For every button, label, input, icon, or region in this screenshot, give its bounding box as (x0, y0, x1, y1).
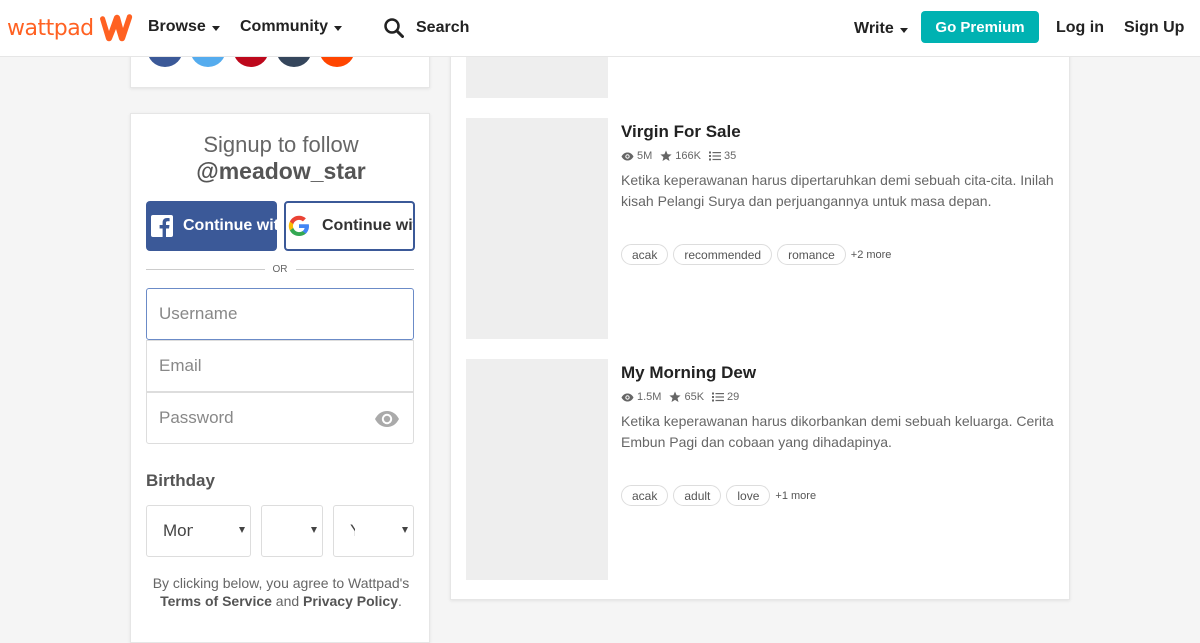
dropdown-arrow-icon (311, 527, 317, 533)
or-divider: OR (146, 262, 414, 276)
username-input[interactable]: Username (146, 288, 414, 340)
story-description: Ketika keperawanan harus dipertaruhkan d… (621, 172, 1054, 209)
logo-text: wattpad (7, 15, 94, 41)
story-cover-image[interactable] (466, 118, 608, 339)
list-icon (708, 151, 721, 161)
eye-icon (621, 393, 634, 401)
dropdown-arrow-icon (402, 527, 408, 533)
birth-month-select[interactable]: Month (146, 505, 251, 557)
chevron-down-icon (899, 27, 908, 33)
write-label: Write (854, 20, 894, 37)
signup-card: Signup to follow @meadow_star Continue w… (130, 113, 430, 643)
facebook-button-label: Continue with Facebook (183, 217, 277, 234)
terms-suffix: . (398, 593, 402, 609)
read-count: 5M (637, 150, 653, 162)
eye-icon (621, 152, 634, 160)
read-count: 1.5M (637, 391, 662, 403)
star-icon (660, 150, 672, 161)
month-value: Month (163, 521, 193, 540)
story-tag[interactable]: romance (777, 244, 846, 265)
facebook-icon (151, 215, 173, 237)
community-label: Community (240, 18, 328, 35)
story-tag[interactable]: adult (673, 485, 722, 506)
password-placeholder: Password (159, 408, 234, 427)
stories-card: Virgin For Sale 5M 166K 35 Ketika kepera… (450, 40, 1070, 600)
or-label: OR (272, 263, 288, 275)
continue-with-google-button[interactable]: Continue with Google (284, 201, 415, 251)
privacy-policy-link[interactable]: Privacy Policy (303, 593, 398, 609)
birth-day-select[interactable] (261, 505, 323, 557)
vote-count: 65K (684, 391, 705, 403)
story-tag[interactable]: acak (621, 244, 669, 265)
browse-label: Browse (148, 18, 206, 35)
search-icon (384, 18, 404, 38)
password-input[interactable]: Password (146, 392, 414, 444)
vote-count: 166K (675, 150, 701, 162)
signup-handle: @meadow_star (196, 158, 366, 184)
terms-prefix: By clicking below, you agree to Wattpad'… (152, 575, 410, 591)
divider-line (146, 268, 265, 270)
story-tag[interactable]: love (726, 485, 771, 506)
terms-of-service-link[interactable]: Terms of Service (160, 593, 272, 609)
show-password-eye-icon[interactable] (374, 410, 400, 428)
dropdown-arrow-icon (239, 527, 245, 533)
signup-link[interactable]: Sign Up (1124, 19, 1184, 37)
signup-title: Signup to follow (203, 132, 359, 157)
story-tag[interactable]: acak (621, 485, 669, 506)
google-button-label: Continue with Google (322, 217, 413, 234)
story-title[interactable]: Virgin For Sale (621, 122, 741, 142)
search-label: Search (416, 19, 470, 36)
more-tags-link[interactable]: +2 more (851, 249, 892, 261)
story-tags: acak recommended romance +2 more (621, 244, 891, 265)
part-count: 29 (727, 391, 740, 403)
browse-menu[interactable]: Browse (148, 18, 220, 36)
terms-text: By clicking below, you agree to Wattpad'… (141, 574, 421, 610)
story-stats: 5M 166K 35 (621, 150, 740, 162)
email-input[interactable]: Email (146, 340, 414, 392)
go-premium-button[interactable]: Go Premium (921, 11, 1039, 43)
top-navigation-bar: wattpad Browse Community Search Write Go… (0, 0, 1200, 57)
continue-with-facebook-button[interactable]: Continue with Facebook (146, 201, 277, 251)
story-cover-image[interactable] (466, 359, 608, 580)
login-link[interactable]: Log in (1056, 19, 1104, 37)
story-description: Ketika keperawanan harus dikorbankan dem… (621, 413, 1054, 450)
part-count: 35 (723, 150, 737, 162)
community-menu[interactable]: Community (240, 18, 342, 36)
chevron-down-icon (334, 25, 342, 31)
divider-line (295, 268, 414, 270)
wattpad-w-icon (99, 14, 132, 42)
year-value: Year (350, 521, 355, 541)
terms-and: and (271, 593, 304, 609)
list-icon (712, 392, 725, 402)
story-tag[interactable]: recommended (673, 244, 773, 265)
birth-year-select[interactable]: Year (333, 505, 414, 557)
story-tags: acak adult love +1 more (621, 485, 816, 506)
search-bar[interactable]: Search (384, 18, 469, 38)
story-title[interactable]: My Morning Dew (621, 363, 756, 383)
birthday-label: Birthday (146, 471, 215, 490)
story-stats: 1.5M 65K 29 (621, 391, 743, 403)
google-icon (288, 215, 309, 236)
chevron-down-icon (211, 25, 220, 31)
write-menu[interactable]: Write (854, 20, 908, 38)
star-icon (669, 391, 682, 402)
wattpad-logo[interactable]: wattpad (7, 12, 134, 44)
more-tags-link[interactable]: +1 more (775, 490, 816, 502)
